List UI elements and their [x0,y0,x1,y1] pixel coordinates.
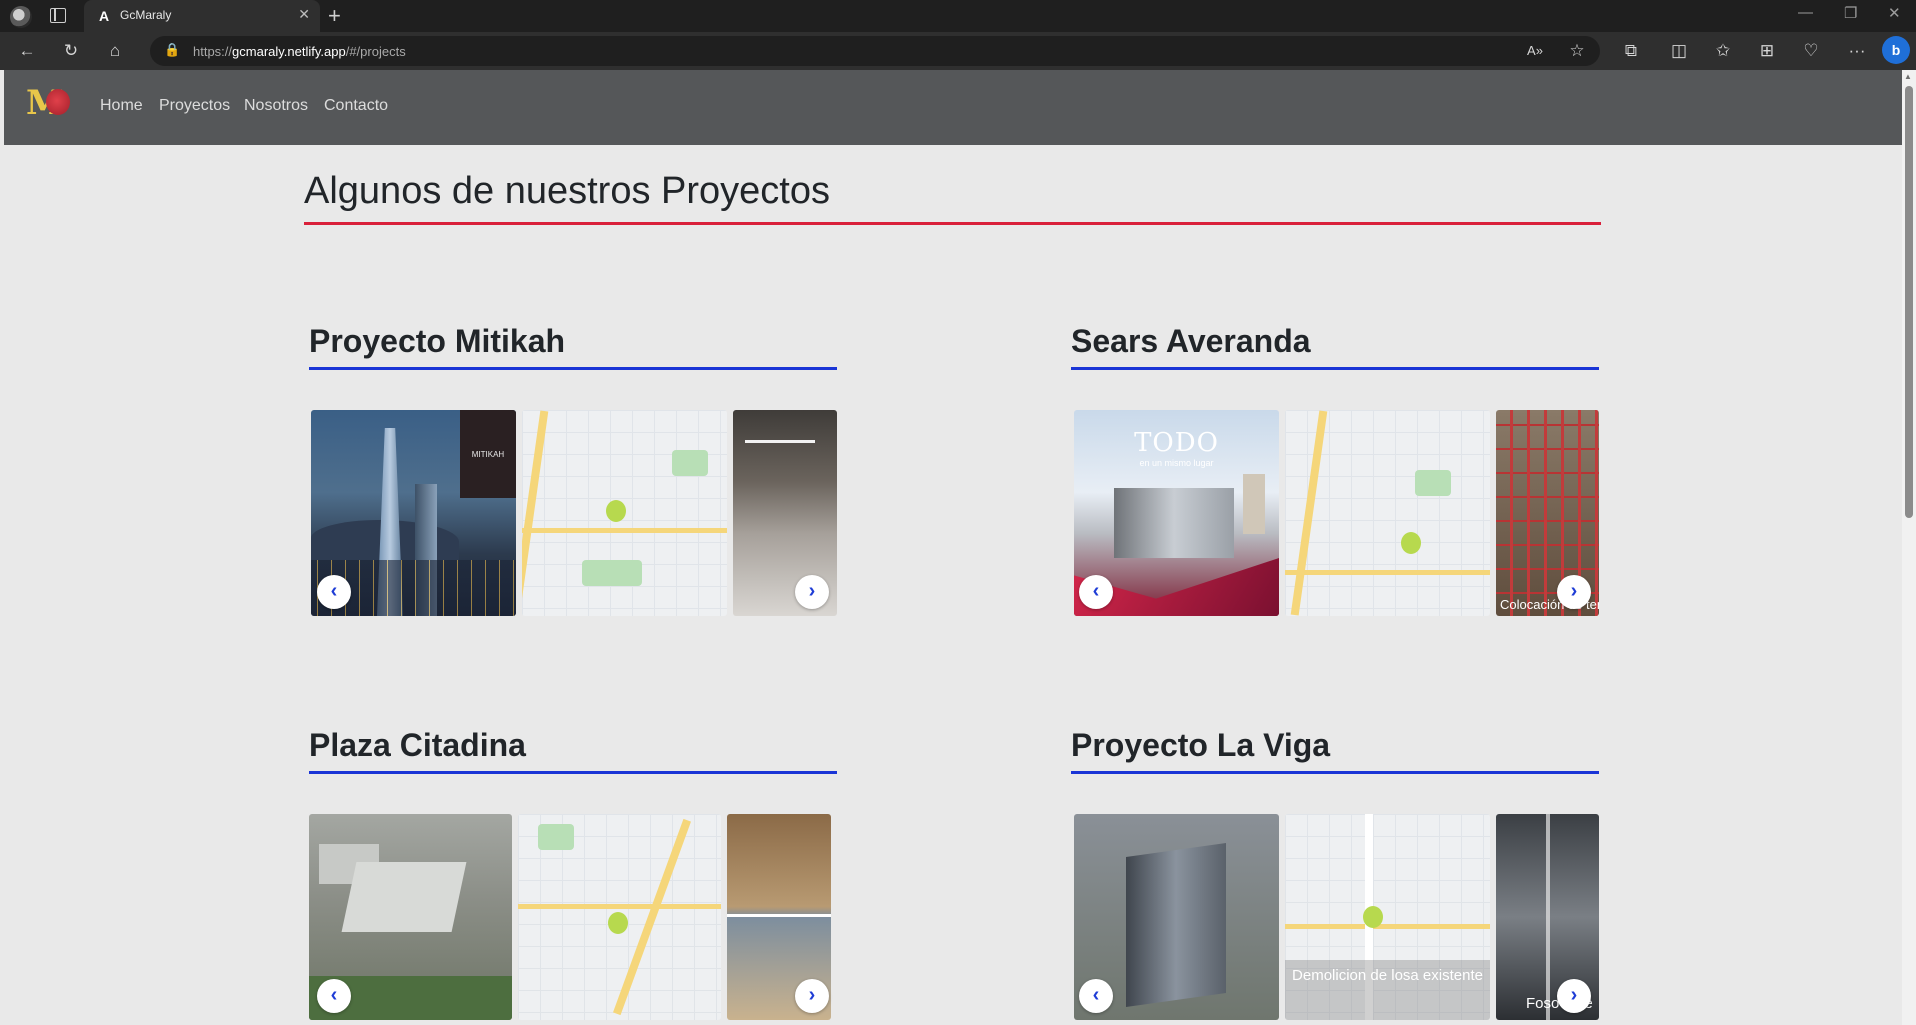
lock-icon[interactable]: 🔒 [164,42,180,58]
profile-avatar-icon[interactable] [10,6,32,28]
project-title: Proyecto Mitikah [309,323,566,359]
collections-icon[interactable]: ⊞ [1756,40,1778,62]
carousel-slide-map: Demolicion de losa existente [1285,814,1490,1020]
new-tab-icon[interactable]: + [328,3,341,29]
carousel-prev-button[interactable]: ‹ [1079,575,1113,609]
nav-nosotros[interactable]: Nosotros [244,97,308,115]
read-aloud-icon[interactable]: A» [1524,40,1546,62]
map-pin-icon [1363,906,1383,928]
map-pin-icon [606,500,626,522]
image-carousel: MITIKAH [309,410,837,616]
nav-contacto[interactable]: Contacto [324,97,388,115]
more-options-icon[interactable]: ··· [1846,40,1868,62]
browser-toolbar: ← ↻ ⌂ 🔒 https://gcmaraly.netlify.app/#/p… [0,32,1916,70]
carousel-prev-button[interactable]: ‹ [317,979,351,1013]
close-tab-icon[interactable]: ✕ [298,6,310,23]
scroll-up-icon[interactable]: ▲ [1904,72,1912,81]
refresh-icon[interactable]: ↻ [60,40,82,62]
site-logo[interactable]: M [26,83,72,127]
page-viewport: M Home Proyectos Nosotros Contacto Algun… [4,70,1902,1025]
project-title: Plaza Citadina [309,727,526,763]
carousel-slide-map [522,410,727,616]
project-underline [309,367,837,370]
site-navbar: M Home Proyectos Nosotros Contacto [4,70,1902,145]
browser-essentials-icon[interactable]: ♡ [1800,40,1822,62]
image-carousel: TODO en un mismo lugar Colocación de ten… [1071,410,1599,616]
window-close-icon[interactable]: ✕ [1888,4,1901,22]
browser-tab-active[interactable]: A GcMaraly ✕ [84,0,320,32]
carousel-slide-map [1285,410,1490,616]
restore-icon[interactable]: ❐ [1844,4,1857,22]
copilot-icon[interactable]: b [1882,36,1910,64]
image-carousel [309,814,837,1020]
back-icon[interactable]: ← [16,40,38,62]
page-scrollbar[interactable]: ▲ [1902,70,1916,1025]
favorites-icon[interactable]: ✩ [1712,40,1734,62]
carousel-prev-button[interactable]: ‹ [1079,979,1113,1013]
project-title: Proyecto La Viga [1071,727,1331,763]
minimize-icon[interactable]: — [1798,4,1813,21]
url-text: https://gcmaraly.netlify.app/#/projects [193,44,406,59]
extensions-icon[interactable]: ⧉ [1620,40,1642,62]
carousel-next-button[interactable]: › [795,575,829,609]
carousel-next-button[interactable]: › [795,979,829,1013]
split-screen-icon[interactable]: ◫ [1668,40,1690,62]
browser-tab-strip: A GcMaraly ✕ + — ❐ ✕ [0,0,1916,32]
mitikah-logo-panel: MITIKAH [460,410,516,498]
carousel-next-button[interactable]: › [1557,979,1591,1013]
map-pin-icon [608,912,628,934]
slide-heading: TODO [1134,428,1219,458]
carousel-prev-button[interactable]: ‹ [317,575,351,609]
project-underline [1071,367,1599,370]
map-pin-icon [1401,532,1421,554]
nav-proyectos[interactable]: Proyectos [159,97,230,115]
project-underline [309,771,837,774]
title-underline [304,222,1601,225]
carousel-slide-map [518,814,721,1020]
site-favicon-icon: A [98,8,110,24]
tab-actions-icon[interactable] [50,8,66,23]
slide-caption: Demolicion de losa existente [1285,960,1490,1020]
favorite-star-icon[interactable]: ☆ [1566,40,1588,62]
slide-subheading: en un mismo lugar [1139,458,1214,468]
carousel-next-button[interactable]: › [1557,575,1591,609]
project-title: Sears Averanda [1071,323,1311,359]
project-underline [1071,771,1599,774]
image-carousel: Demolicion de losa existente Foso de e [1071,814,1599,1020]
page-title: Algunos de nuestros Proyectos [304,170,830,212]
nav-home[interactable]: Home [100,97,143,115]
home-icon[interactable]: ⌂ [104,40,126,62]
tab-title: GcMaraly [120,8,172,22]
scrollbar-thumb[interactable] [1905,86,1913,518]
address-bar[interactable]: 🔒 https://gcmaraly.netlify.app/#/project… [150,36,1600,66]
